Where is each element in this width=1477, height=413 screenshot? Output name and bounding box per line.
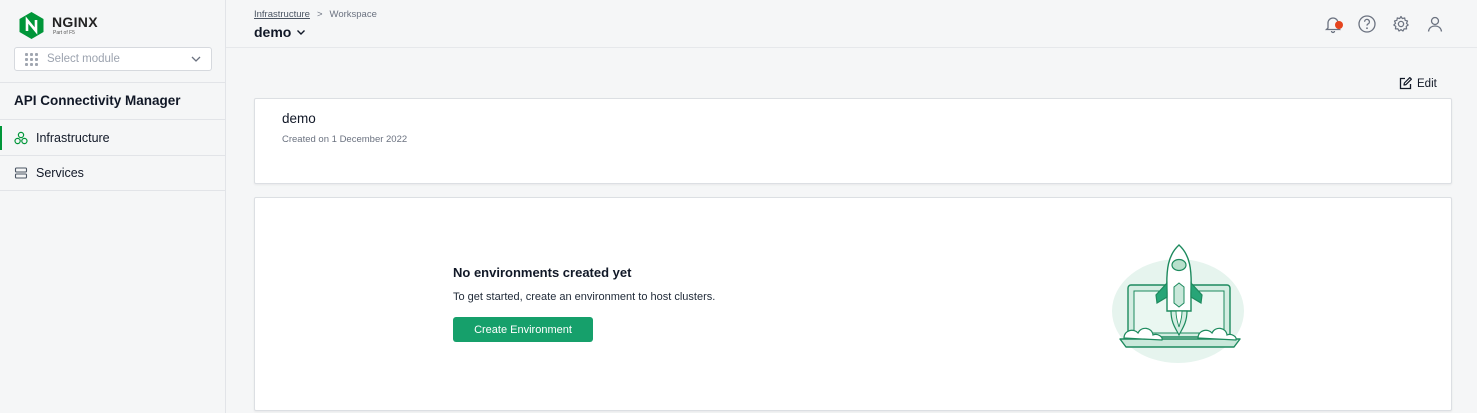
workspace-info-card: demo Created on 1 December 2022 (254, 98, 1452, 184)
help-button[interactable] (1357, 14, 1377, 34)
top-header: Infrastructure > Workspace demo (226, 0, 1477, 48)
help-icon (1358, 15, 1376, 33)
sidebar-item-infrastructure[interactable]: Infrastructure (0, 119, 225, 155)
server-icon (14, 167, 28, 179)
chevron-down-icon (191, 56, 201, 62)
brand-subtitle: Part of F5 (53, 30, 75, 36)
notification-badge (1335, 21, 1343, 29)
sidebar-nav: Infrastructure Services (0, 119, 225, 191)
module-select-placeholder: Select module (47, 53, 120, 65)
user-icon (1427, 16, 1443, 32)
chevron-down-icon (297, 30, 306, 35)
app-title: API Connectivity Manager (14, 93, 181, 108)
empty-state-title: No environments created yet (453, 265, 632, 280)
workspace-name: demo (282, 111, 316, 126)
page-title: demo (254, 24, 292, 40)
empty-state-description: To get started, create an environment to… (453, 291, 716, 303)
sidebar-item-label: Services (36, 166, 84, 180)
workspace-created-date: Created on 1 December 2022 (282, 134, 408, 145)
cluster-icon (14, 131, 28, 144)
breadcrumb-current: Workspace (329, 9, 377, 20)
gear-icon (1393, 15, 1409, 32)
breadcrumb: Infrastructure > Workspace (254, 9, 377, 20)
create-environment-button[interactable]: Create Environment (453, 317, 593, 342)
notifications-button[interactable] (1323, 14, 1343, 34)
sidebar-item-services[interactable]: Services (0, 155, 225, 191)
workspace-switcher[interactable]: demo (254, 24, 306, 40)
edit-button[interactable]: Edit (1398, 76, 1437, 91)
breadcrumb-separator: > (316, 9, 323, 20)
empty-state-card: No environments created yet To get start… (254, 197, 1452, 411)
nginx-logo[interactable]: NGINX Part of F5 (17, 11, 98, 40)
edit-icon (1399, 77, 1412, 90)
brand-name: NGINX (52, 14, 98, 30)
module-select[interactable]: Select module (14, 47, 212, 71)
settings-button[interactable] (1391, 14, 1411, 34)
edit-label: Edit (1417, 77, 1437, 90)
sidebar-divider (0, 82, 225, 83)
sidebar-item-label: Infrastructure (36, 130, 110, 145)
sidebar: NGINX Part of F5 Select module API Conne… (0, 0, 226, 413)
rocket-laptop-illustration (1112, 244, 1244, 363)
breadcrumb-link-infrastructure[interactable]: Infrastructure (254, 9, 310, 20)
user-menu-button[interactable] (1425, 14, 1445, 34)
apps-grid-icon (25, 52, 38, 66)
nginx-hexagon-icon (19, 12, 44, 39)
header-actions (1323, 14, 1445, 34)
